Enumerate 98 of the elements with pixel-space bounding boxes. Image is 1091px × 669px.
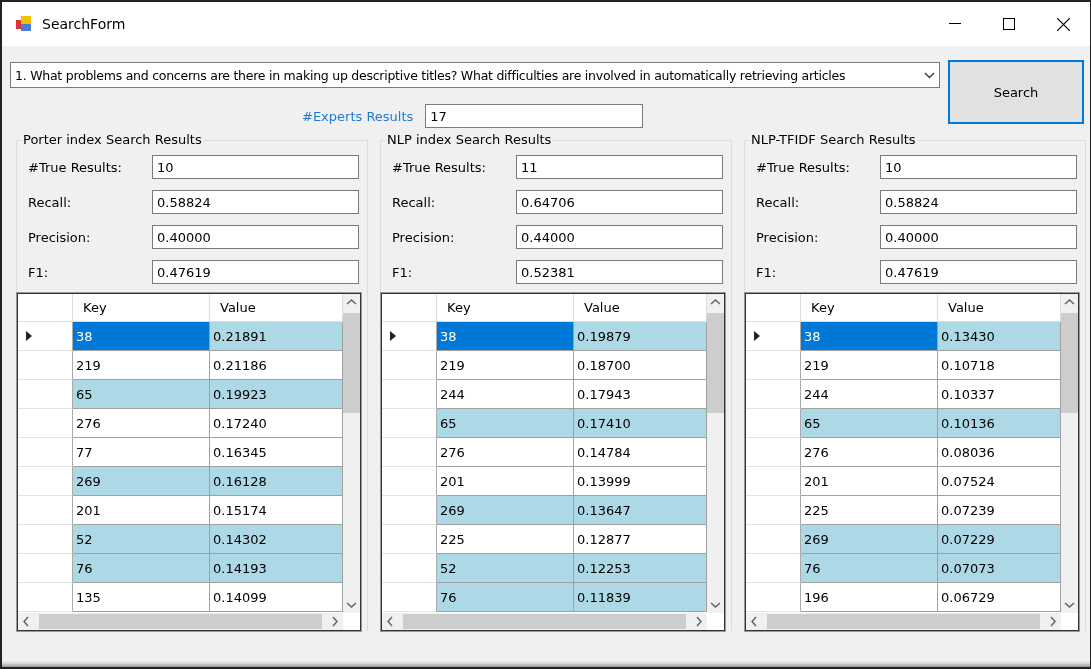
input-field[interactable]: 0.40000	[152, 225, 359, 249]
input-field[interactable]: 0.47619	[152, 260, 359, 284]
input-field[interactable]: 10	[880, 155, 1077, 179]
field-label: Precision:	[392, 229, 456, 245]
table-cell: 0.18700	[574, 351, 707, 380]
table-cell: 76	[73, 554, 210, 583]
table-cell: 65	[801, 409, 938, 438]
table-cell: 0.16345	[210, 438, 343, 467]
table-cell: 244	[437, 380, 574, 409]
table-cell: 52	[73, 525, 210, 554]
input-field[interactable]: 11	[516, 155, 723, 179]
field-label: #True Results:	[28, 159, 123, 175]
table-cell: 0.10136	[938, 409, 1061, 438]
table-cell: 76	[801, 554, 938, 583]
table-cell: 0.21891	[210, 322, 343, 351]
group-title: Porter index Search Results	[21, 132, 204, 147]
table-cell: 38	[801, 322, 938, 351]
input-field[interactable]: 0.40000	[880, 225, 1077, 249]
field-label: F1:	[756, 264, 778, 280]
table-cell: 0.10337	[938, 380, 1061, 409]
field-label: Recall:	[392, 194, 437, 210]
table-cell: 269	[437, 496, 574, 525]
field-label: Recall:	[756, 194, 801, 210]
table-cell: 0.14784	[574, 438, 707, 467]
table-cell: 0.06729	[938, 583, 1061, 612]
field-label: Precision:	[28, 229, 92, 245]
table-cell: 0.21186	[210, 351, 343, 380]
table-cell: 201	[73, 496, 210, 525]
table-cell: 244	[801, 380, 938, 409]
experts-label: #Experts Results	[302, 108, 414, 124]
table-cell: 0.17410	[574, 409, 707, 438]
table-cell: 0.17240	[210, 409, 343, 438]
table-cell: 0.07239	[938, 496, 1061, 525]
table-cell: 0.07524	[938, 467, 1061, 496]
table-cell: 201	[437, 467, 574, 496]
column-header[interactable]: Key	[437, 294, 574, 322]
table-cell: 276	[73, 409, 210, 438]
table-cell: 0.07229	[938, 525, 1061, 554]
group-title: NLP-TFIDF Search Results	[749, 132, 918, 147]
input-field[interactable]: 17	[425, 104, 644, 128]
table-cell: 219	[437, 351, 574, 380]
table-cell: 77	[73, 438, 210, 467]
table-cell: 269	[801, 525, 938, 554]
query-dropdown[interactable]: 1. What problems and concerns are there in making up descriptive titles? What difficulties are involved in automatically retrieving articles	[10, 62, 940, 88]
table-cell: 0.14099	[210, 583, 343, 612]
table-cell: 276	[437, 438, 574, 467]
table-cell: 38	[73, 322, 210, 351]
table-cell: 0.19923	[210, 380, 343, 409]
table-cell: 219	[801, 351, 938, 380]
table-cell: 225	[801, 496, 938, 525]
table-cell: 0.17943	[574, 380, 707, 409]
input-field[interactable]: 0.64706	[516, 190, 723, 214]
table-cell: 65	[73, 380, 210, 409]
table-cell: 0.13430	[938, 322, 1061, 351]
field-label: #True Results:	[392, 159, 487, 175]
table-cell: 0.12253	[574, 554, 707, 583]
field-label: Precision:	[756, 229, 820, 245]
table-cell: 0.11839	[574, 583, 707, 612]
input-field[interactable]: 10	[152, 155, 359, 179]
column-header[interactable]: Value	[574, 294, 707, 322]
table-cell: 0.14302	[210, 525, 343, 554]
field-label: #True Results:	[756, 159, 851, 175]
table-cell: 0.10718	[938, 351, 1061, 380]
field-label: F1:	[28, 264, 50, 280]
input-field[interactable]: 0.58824	[152, 190, 359, 214]
input-field[interactable]: 0.58824	[880, 190, 1077, 214]
column-header[interactable]: Key	[73, 294, 210, 322]
table-cell: 0.13647	[574, 496, 707, 525]
column-header[interactable]: Value	[210, 294, 343, 322]
field-label: F1:	[392, 264, 414, 280]
window-title: SearchForm	[42, 16, 127, 32]
group-title: NLP index Search Results	[385, 132, 554, 147]
table-cell: 0.12877	[574, 525, 707, 554]
table-cell: 0.14193	[210, 554, 343, 583]
input-field[interactable]: 0.47619	[880, 260, 1077, 284]
table-cell: 0.19879	[574, 322, 707, 351]
search-button[interactable]: Search	[948, 60, 1084, 124]
table-cell: 0.07073	[938, 554, 1061, 583]
table-cell: 0.13999	[574, 467, 707, 496]
column-header[interactable]: Key	[801, 294, 938, 322]
table-cell: 76	[437, 583, 574, 612]
table-cell: 52	[437, 554, 574, 583]
table-cell: 0.15174	[210, 496, 343, 525]
table-cell: 65	[437, 409, 574, 438]
table-cell: 225	[437, 525, 574, 554]
field-label: Recall:	[28, 194, 73, 210]
table-cell: 201	[801, 467, 938, 496]
table-cell: 276	[801, 438, 938, 467]
column-header[interactable]: Value	[938, 294, 1061, 322]
table-cell: 269	[73, 467, 210, 496]
table-cell: 0.16128	[210, 467, 343, 496]
table-cell: 219	[73, 351, 210, 380]
table-cell: 135	[73, 583, 210, 612]
input-field[interactable]: 0.52381	[516, 260, 723, 284]
input-field[interactable]: 0.44000	[516, 225, 723, 249]
table-cell: 38	[437, 322, 574, 351]
table-cell: 196	[801, 583, 938, 612]
table-cell: 0.08036	[938, 438, 1061, 467]
